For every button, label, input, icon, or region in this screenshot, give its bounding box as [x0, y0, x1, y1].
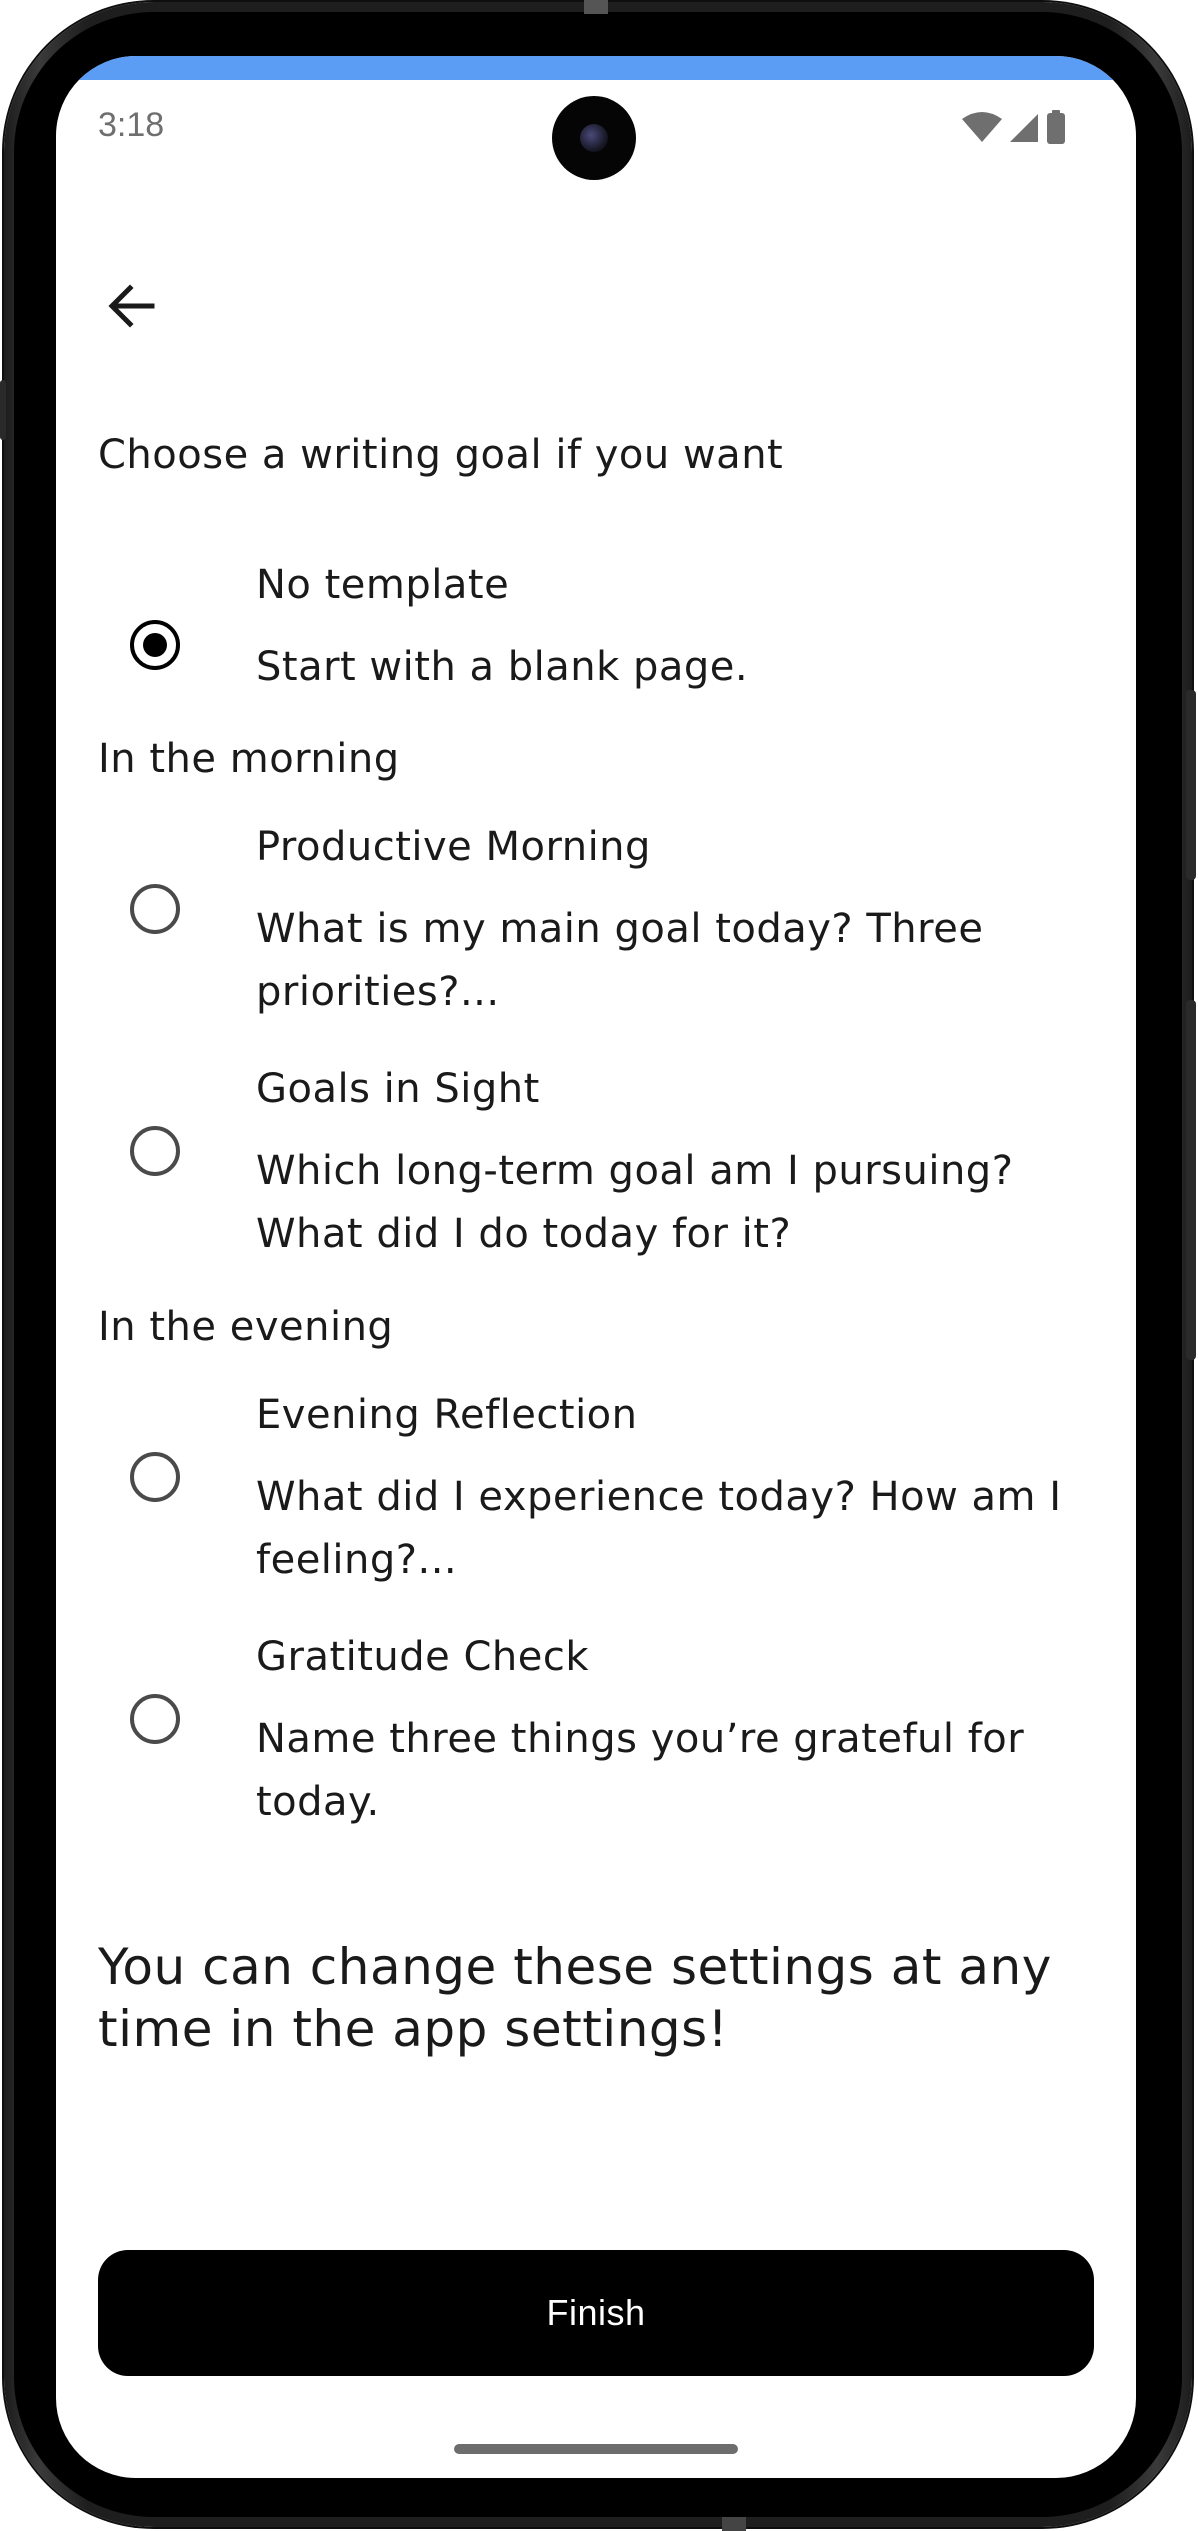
- option-title: Evening Reflection: [256, 1392, 638, 1438]
- option-title: Gratitude Check: [256, 1634, 590, 1680]
- option-goals-in-sight[interactable]: Goals in Sight Which long-term goal am I…: [98, 1066, 1098, 1276]
- option-title: No template: [256, 562, 510, 608]
- cell-signal-icon: [1008, 111, 1040, 147]
- status-accent-bar: [56, 56, 1136, 80]
- status-time: 3:18: [98, 106, 165, 144]
- back-button[interactable]: [96, 272, 168, 344]
- option-description: Which long-term goal am I pursuing? What…: [256, 1148, 1014, 1257]
- option-description: What is my main goal today? Three priori…: [256, 906, 984, 1015]
- phone-power-button: [1186, 690, 1196, 880]
- radio-button[interactable]: [130, 1126, 180, 1176]
- radio-button[interactable]: [130, 1694, 180, 1744]
- option-description: Name three things you’re grateful for to…: [256, 1716, 1025, 1825]
- option-title: Goals in Sight: [256, 1066, 540, 1112]
- battery-icon: [1046, 110, 1066, 148]
- option-evening-reflection[interactable]: Evening Reflection What did I experience…: [98, 1392, 1098, 1602]
- option-gratitude-check[interactable]: Gratitude Check Name three things you’re…: [98, 1634, 1098, 1844]
- radio-button-selected[interactable]: [130, 620, 180, 670]
- radio-dot: [143, 633, 167, 657]
- finish-button[interactable]: Finish: [98, 2250, 1094, 2376]
- option-title: Productive Morning: [256, 824, 651, 870]
- radio-button[interactable]: [130, 1452, 180, 1502]
- screen: 3:18 Choose a writing goal if you want N…: [56, 56, 1136, 2478]
- status-icons: [962, 110, 1066, 148]
- home-indicator[interactable]: [454, 2444, 738, 2454]
- section-label-morning: In the morning: [98, 736, 400, 782]
- page-title: Choose a writing goal if you want: [98, 432, 784, 478]
- option-description: Start with a blank page.: [256, 644, 749, 690]
- option-productive-morning[interactable]: Productive Morning What is my main goal …: [98, 824, 1098, 1034]
- phone-bottom-antenna: [722, 2517, 746, 2531]
- section-label-evening: In the evening: [98, 1304, 394, 1350]
- phone-top-antenna: [584, 0, 608, 14]
- front-camera: [552, 96, 636, 180]
- phone-volume-button: [1186, 1000, 1196, 1360]
- wifi-icon: [962, 111, 1002, 147]
- phone-side-key: [0, 380, 6, 440]
- option-description: What did I experience today? How am I fe…: [256, 1474, 1062, 1583]
- arrow-left-icon: [108, 284, 156, 332]
- radio-button[interactable]: [130, 884, 180, 934]
- settings-hint: You can change these settings at any tim…: [98, 1938, 1052, 2058]
